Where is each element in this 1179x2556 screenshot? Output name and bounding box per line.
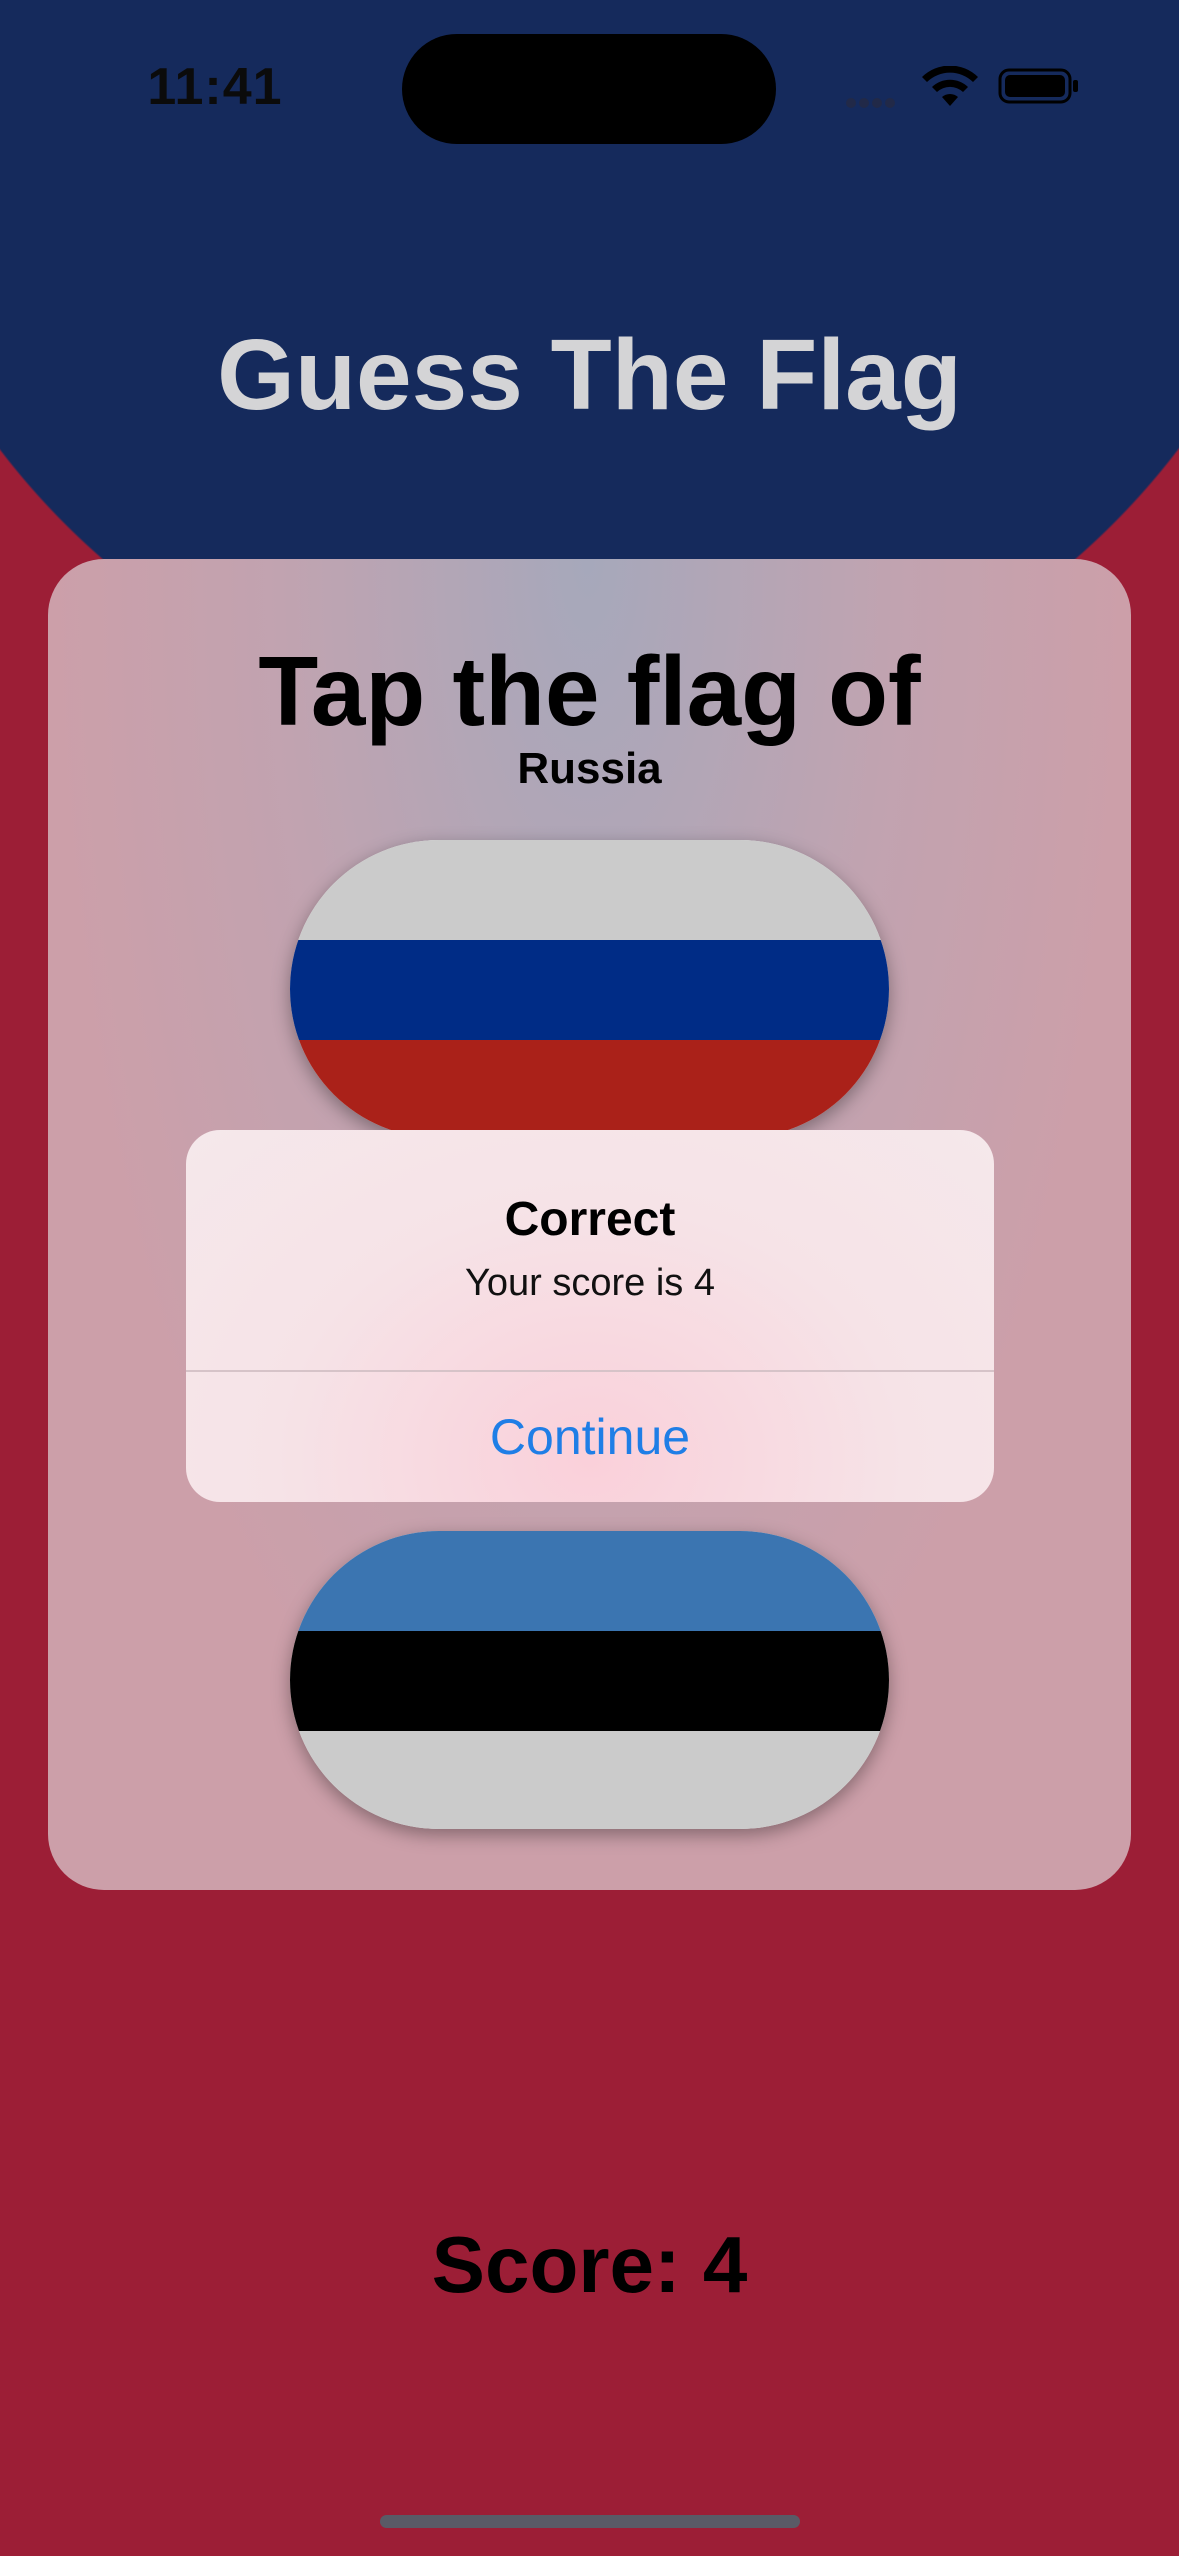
- alert-message: Your score is 4: [465, 1262, 715, 1304]
- alert-title: Correct: [504, 1193, 676, 1246]
- alert-dialog: Correct Your score is 4 Continue: [186, 1130, 994, 1502]
- home-indicator[interactable]: [380, 2515, 800, 2528]
- continue-button[interactable]: Continue: [186, 1372, 994, 1502]
